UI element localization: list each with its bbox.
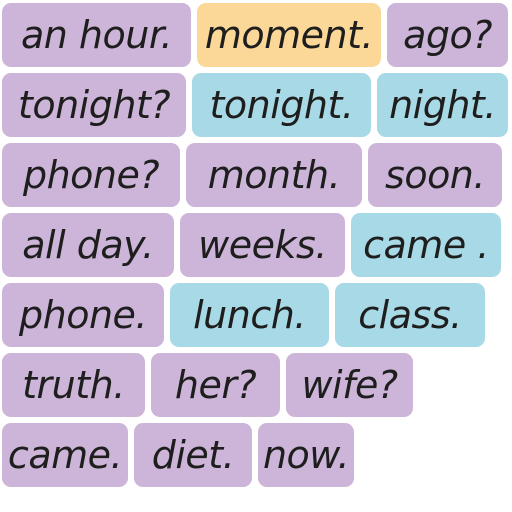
word-tile-label: lunch. <box>193 293 306 337</box>
word-tile-label: month. <box>207 153 341 197</box>
word-tile-label: night. <box>389 83 496 127</box>
word-tile-soon[interactable]: soon. <box>368 143 502 207</box>
word-tile-label: class. <box>358 293 462 337</box>
word-tile-month[interactable]: month. <box>186 143 362 207</box>
word-tile-diet[interactable]: diet. <box>134 423 252 487</box>
word-tile-label: all day. <box>22 223 154 267</box>
word-tile-label: an hour. <box>20 13 173 57</box>
word-tile-label: weeks. <box>198 223 327 267</box>
word-tile-weeks[interactable]: weeks. <box>180 213 345 277</box>
word-tile-truth[interactable]: truth. <box>2 353 145 417</box>
word-tile-label: truth. <box>22 363 125 407</box>
word-tile-label: tonight. <box>209 83 354 127</box>
word-tile-came-space[interactable]: came . <box>351 213 501 277</box>
word-tile-all-day[interactable]: all day. <box>2 213 174 277</box>
word-tile-lunch[interactable]: lunch. <box>170 283 329 347</box>
word-tile-phone-question[interactable]: phone? <box>2 143 180 207</box>
word-tile-label: came . <box>363 223 489 267</box>
word-tile-board: an hour. moment. ago? tonight? tonight. … <box>0 0 512 512</box>
word-tile-label: diet. <box>151 433 235 477</box>
word-tile-label: now. <box>262 433 350 477</box>
word-tile-came[interactable]: came. <box>2 423 128 487</box>
word-tile-class[interactable]: class. <box>335 283 485 347</box>
word-tile-label: wife? <box>301 363 398 407</box>
word-tile-tonight-question[interactable]: tonight? <box>2 73 186 137</box>
word-tile-label: came. <box>7 433 123 477</box>
word-tile-wife[interactable]: wife? <box>286 353 413 417</box>
word-tile-label: soon. <box>385 153 485 197</box>
word-tile-moment[interactable]: moment. <box>197 3 381 67</box>
word-tile-now[interactable]: now. <box>258 423 354 487</box>
word-tile-label: ago? <box>403 13 492 57</box>
word-tile-ago[interactable]: ago? <box>387 3 508 67</box>
word-tile-label: her? <box>174 363 257 407</box>
word-tile-phone[interactable]: phone. <box>2 283 164 347</box>
word-tile-label: moment. <box>204 13 374 57</box>
word-tile-her[interactable]: her? <box>151 353 280 417</box>
word-tile-tonight[interactable]: tonight. <box>192 73 371 137</box>
word-tile-label: phone? <box>22 153 160 197</box>
word-tile-an-hour[interactable]: an hour. <box>2 3 191 67</box>
word-tile-night[interactable]: night. <box>377 73 508 137</box>
word-tile-label: tonight? <box>17 83 171 127</box>
word-tile-label: phone. <box>19 293 148 337</box>
